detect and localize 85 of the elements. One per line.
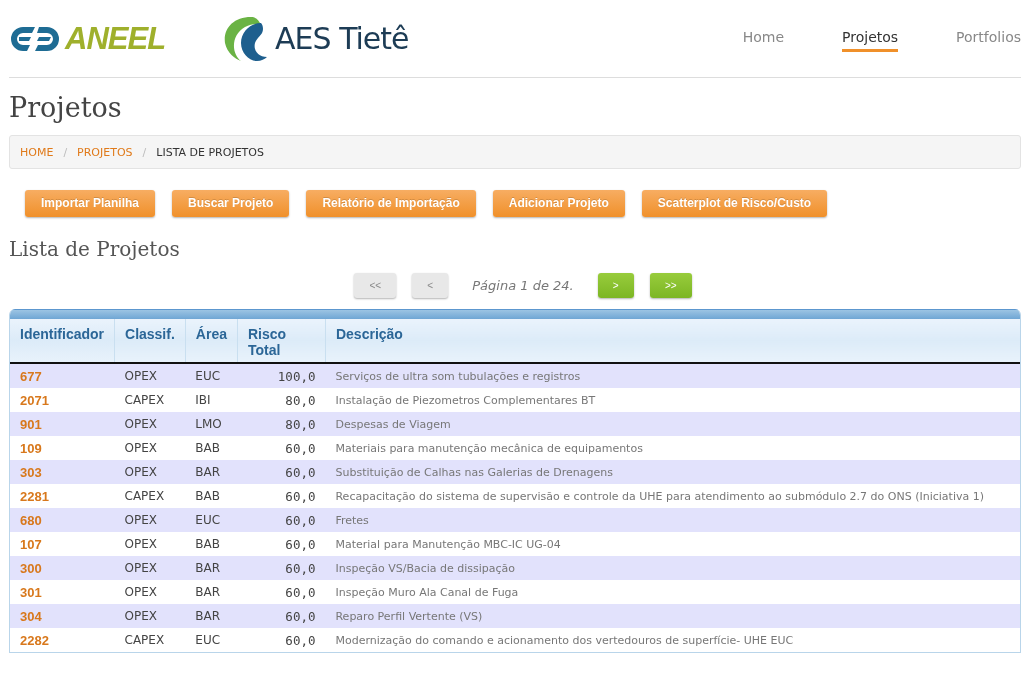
page-button[interactable]: >> [649, 273, 692, 298]
nav-link[interactable]: Home [742, 25, 785, 52]
table-cell: CAPEX [114, 388, 186, 412]
table-cell: BAR [185, 580, 238, 604]
project-id[interactable]: 2071 [10, 388, 115, 412]
project-id[interactable]: 300 [10, 556, 115, 580]
table-cell: BAR [185, 556, 238, 580]
table-cell: Modernização do comando e acionamento dos vertedouros de superfície- UHE EUC [325, 628, 1020, 652]
column-header: Risco Total [237, 319, 326, 363]
table-cell: 100,0 [237, 363, 326, 388]
project-id[interactable]: 2282 [10, 628, 115, 652]
logo-text: AES Tietê [275, 21, 409, 56]
table-cell: Serviços de ultra som tubulações e registros [325, 363, 1020, 388]
project-id[interactable]: 107 [10, 532, 115, 556]
project-id[interactable]: 304 [10, 604, 115, 628]
column-header: Classif. [114, 319, 186, 363]
table-cell: OPEX [114, 604, 186, 628]
table-cell: 60,0 [237, 508, 326, 532]
column-header: Área [185, 319, 238, 363]
table-cell: BAB [185, 436, 238, 460]
breadcrumb-current: LISTA DE PROJETOS [156, 145, 264, 159]
project-id[interactable]: 301 [10, 580, 115, 604]
table-cell: 60,0 [237, 604, 326, 628]
table-cell: 60,0 [237, 580, 326, 604]
table-cell: 60,0 [237, 628, 326, 652]
table-cell: Reparo Perfil Vertente (VS) [325, 604, 1020, 628]
project-id[interactable]: 303 [10, 460, 115, 484]
table-cell: Recapacitação do sistema de supervisão e controle da UHE para atendimento ao submódulo 2.7 do ONS (Iniciativa 1) [325, 484, 1020, 508]
table-cell: BAB [185, 484, 238, 508]
table-cell: 60,0 [237, 556, 326, 580]
table-cell: OPEX [114, 580, 186, 604]
table-cell: 80,0 [237, 412, 326, 436]
breadcrumb-separator: / [63, 145, 68, 159]
column-header: Descrição [325, 319, 1020, 363]
table-cell: Inspeção VS/Bacia de dissipação [325, 556, 1020, 580]
project-id[interactable]: 901 [10, 412, 115, 436]
page-title: Projetos [9, 92, 123, 123]
page-button[interactable]: > [597, 273, 634, 298]
table-cell: 60,0 [237, 532, 326, 556]
action-button[interactable]: Scatterplot de Risco/Custo [641, 190, 828, 217]
table-cell: EUC [185, 508, 238, 532]
project-id[interactable]: 680 [10, 508, 115, 532]
table-cell: CAPEX [114, 628, 186, 652]
action-button[interactable]: Relatório de Importação [306, 190, 476, 217]
table-cell: BAB [185, 532, 238, 556]
breadcrumb-link[interactable]: PROJETOS [77, 145, 133, 159]
column-header: Identificador [10, 319, 115, 363]
table-cell: OPEX [114, 412, 186, 436]
table-cell: Material para Manutenção MBC-IC UG-04 [325, 532, 1020, 556]
table-cell: EUC [185, 628, 238, 652]
table-cell: OPEX [114, 436, 186, 460]
action-button[interactable]: Importar Planilha [25, 190, 156, 217]
table-cell: BAR [185, 460, 238, 484]
section-title: Lista de Projetos [9, 237, 181, 261]
table-cell: Despesas de Viagem [325, 412, 1020, 436]
page-indicator: Página 1 de 24. [472, 278, 574, 293]
project-id[interactable]: 109 [10, 436, 115, 460]
breadcrumb-link[interactable]: HOME [20, 145, 54, 159]
breadcrumb-separator: / [142, 145, 147, 159]
table-cell: Fretes [325, 508, 1020, 532]
table-cell: LMO [185, 412, 238, 436]
nav-link[interactable]: Portfolios [956, 25, 1021, 52]
logo-icon [9, 24, 61, 53]
table-cell: OPEX [114, 508, 186, 532]
action-button[interactable]: Adicionar Projeto [492, 190, 625, 217]
table-cell: BAR [185, 604, 238, 628]
table-cell: CAPEX [114, 484, 186, 508]
nav-link[interactable]: Projetos [842, 25, 899, 52]
table-cell: 60,0 [237, 436, 326, 460]
logo-text: ANEEL [65, 20, 166, 57]
table-cell: 80,0 [237, 388, 326, 412]
project-id[interactable]: 2281 [10, 484, 115, 508]
table-cell: 60,0 [237, 484, 326, 508]
table-cell: Inspeção Muro Ala Canal de Fuga [325, 580, 1020, 604]
table-cell: EUC [185, 363, 238, 388]
table-cell: Materiais para manutenção mecânica de equipamentos [325, 436, 1020, 460]
action-button[interactable]: Buscar Projeto [172, 190, 290, 217]
table-cell: OPEX [114, 532, 186, 556]
table-cell: 60,0 [237, 460, 326, 484]
table-cell: IBI [185, 388, 238, 412]
project-id[interactable]: 677 [10, 363, 115, 388]
table-cell: Instalação de Piezometros Complementares BT [325, 388, 1020, 412]
table-cell: OPEX [114, 460, 186, 484]
table-cell: OPEX [114, 556, 186, 580]
table-cell: Substituição de Calhas nas Galerias de Drenagens [325, 460, 1020, 484]
